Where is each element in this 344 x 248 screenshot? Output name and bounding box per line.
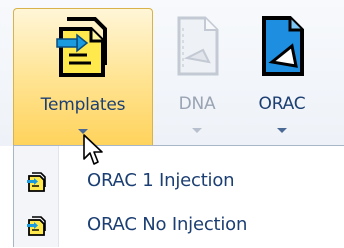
mouse-pointer-icon bbox=[83, 134, 103, 165]
templates-dropdown-menu: ORAC 1 Injection ORAC No Injection bbox=[13, 145, 344, 247]
template-small-icon bbox=[27, 216, 46, 236]
orac-button[interactable]: ORAC bbox=[242, 8, 322, 145]
menu-item-label: ORAC No Injection bbox=[87, 214, 248, 235]
menu-item-label: ORAC 1 Injection bbox=[87, 170, 235, 191]
orac-dropdown-arrow-icon[interactable] bbox=[277, 128, 287, 133]
template-small-icon bbox=[27, 172, 46, 192]
menu-item-orac-no-injection[interactable]: ORAC No Injection bbox=[14, 204, 344, 248]
dna-document-icon bbox=[177, 16, 219, 76]
orac-label: ORAC bbox=[258, 94, 306, 114]
dna-label: DNA bbox=[178, 94, 216, 114]
orac-document-icon bbox=[262, 16, 304, 76]
templates-label: Templates bbox=[40, 95, 126, 115]
dna-button[interactable]: DNA bbox=[165, 8, 229, 145]
menu-item-orac-1-injection[interactable]: ORAC 1 Injection bbox=[14, 160, 344, 204]
ribbon-bar: Templates DNA ORAC bbox=[0, 0, 344, 146]
templates-button[interactable]: Templates bbox=[13, 8, 153, 145]
template-document-icon bbox=[56, 17, 107, 77]
dna-dropdown-arrow-icon[interactable] bbox=[192, 128, 202, 133]
